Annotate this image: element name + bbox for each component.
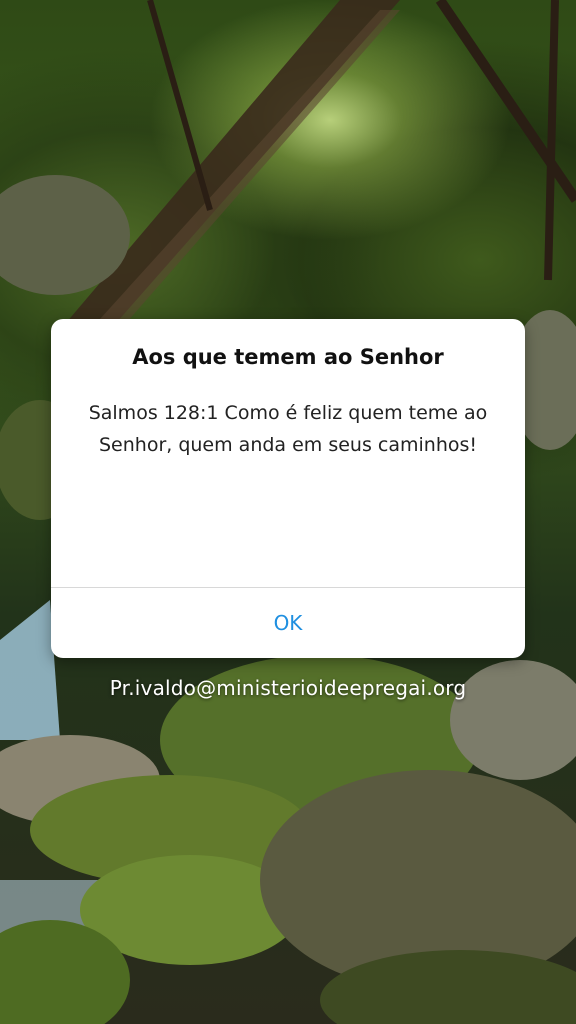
dialog-message: Salmos 128:1 Como é feliz quem teme ao S… xyxy=(88,402,488,456)
dialog-title: Aos que temem ao Senhor xyxy=(132,345,444,369)
ok-button[interactable]: OK xyxy=(51,588,525,658)
alert-dialog: Aos que temem ao Senhor Salmos 128:1 Com… xyxy=(51,319,525,658)
watermark-email: Pr.ivaldo@ministerioideepregai.org xyxy=(109,676,467,700)
